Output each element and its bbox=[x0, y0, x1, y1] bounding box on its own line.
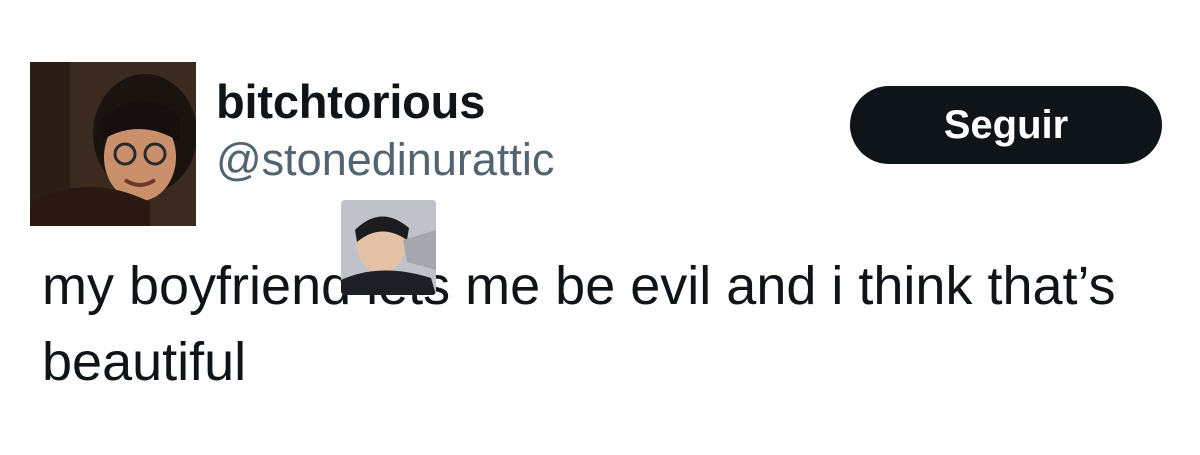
author-handle[interactable]: @stonedinurattic bbox=[216, 132, 554, 188]
avatar-photo-icon bbox=[30, 62, 196, 226]
author-avatar[interactable] bbox=[30, 62, 196, 226]
author-names: bitchtorious @stonedinurattic bbox=[216, 74, 554, 188]
follow-button[interactable]: Seguir bbox=[850, 86, 1162, 164]
sticker-photo-overlay bbox=[341, 200, 436, 295]
tweet-text: my boyfriend lets me be evil and i think… bbox=[42, 256, 1116, 392]
tweet-card: bitchtorious @stonedinurattic Seguir my … bbox=[0, 0, 1200, 455]
author-display-name[interactable]: bitchtorious bbox=[216, 74, 554, 130]
sticker-photo-icon bbox=[341, 200, 436, 295]
